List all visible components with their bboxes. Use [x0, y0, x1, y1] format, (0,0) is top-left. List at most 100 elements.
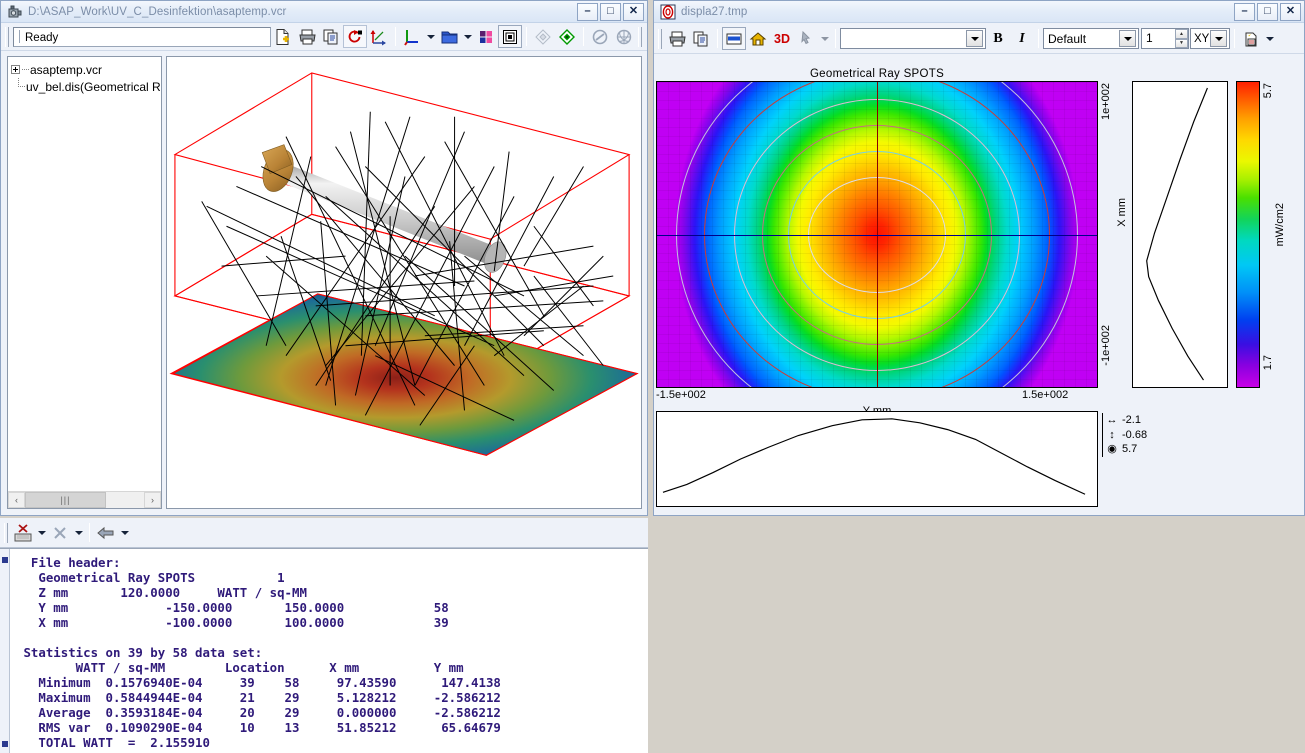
heatmap-panel[interactable] [656, 81, 1098, 388]
new-document-icon[interactable] [271, 25, 295, 48]
print-icon[interactable] [295, 25, 319, 48]
scroll-left-button[interactable]: ‹ [8, 492, 25, 508]
tree-items: asaptemp.vcr uv_bel.dis(Geometrical R [8, 57, 161, 95]
readout-row-x: ↔ -2.1 [1106, 413, 1147, 428]
text-combo[interactable] [840, 28, 986, 49]
scroll-thumb[interactable]: ||| [25, 492, 106, 508]
print-icon[interactable] [665, 27, 689, 50]
tree-item-asaptemp[interactable]: asaptemp.vcr [11, 61, 159, 78]
new-plot-icon[interactable] [1239, 27, 1263, 50]
expand-plus-icon[interactable] [11, 65, 20, 74]
bold-button[interactable]: B [986, 27, 1010, 50]
x-profile-curve [1146, 87, 1208, 381]
chevron-down-icon[interactable] [966, 30, 983, 47]
new-plot-dropdown-arrow[interactable] [1263, 27, 1276, 50]
delete-dropdown-arrow[interactable] [72, 521, 85, 544]
uv-lamp [261, 144, 507, 273]
enter-icon[interactable] [94, 521, 118, 544]
maximize-button[interactable]: □ [600, 2, 621, 21]
main-window-titlebar[interactable]: D:\ASAP_Work\UV_C_Desinfektion\asaptemp.… [1, 1, 647, 23]
display-window-titlebar[interactable]: displa27.tmp – □ ✕ [654, 1, 1304, 23]
axis-flip-icon[interactable] [367, 25, 391, 48]
target-dot-icon: ◉ [1107, 443, 1117, 455]
main-body: asaptemp.vcr uv_bel.dis(Geometrical R ‹ … [1, 52, 647, 515]
y-profile-panel[interactable] [656, 411, 1098, 507]
viewport-3d[interactable] [166, 56, 642, 509]
enter-dropdown-arrow[interactable] [118, 521, 131, 544]
console-gutter [0, 549, 10, 753]
spinner-buttons[interactable]: ▲ ▼ [1175, 29, 1188, 48]
page-spinner[interactable]: 1 ▲ ▼ [1141, 28, 1189, 49]
chevron-down-icon[interactable] [1210, 30, 1227, 47]
x-axis-min-tick: -1.5e+002 [656, 389, 706, 401]
copy-icon[interactable] [689, 27, 713, 50]
display-window-title: displa27.tmp [681, 5, 748, 18]
display-separator-2 [835, 29, 836, 48]
gutter-marker [2, 557, 8, 563]
main-window-controls: – □ ✕ [577, 2, 644, 21]
delete-icon [48, 521, 72, 544]
display-toolbar: 3D B I Default 1 ▲ ▼ XY [654, 23, 1304, 54]
tree-connector-icon [14, 78, 26, 91]
toolbar-overflow[interactable] [638, 26, 642, 47]
spinner-down[interactable]: ▼ [1175, 38, 1188, 48]
toolbar-separator [395, 27, 396, 46]
folder-dropdown-arrow[interactable] [461, 25, 474, 48]
tree-item-uvbel[interactable]: uv_bel.dis(Geometrical R [11, 78, 161, 95]
x-profile-panel[interactable] [1132, 81, 1228, 388]
tree-horizontal-scrollbar[interactable]: ‹ ||| › [8, 491, 161, 508]
clear-dropdown-arrow[interactable] [35, 521, 48, 544]
y-axis-max-tick: 1e+002 [1100, 83, 1112, 121]
axes-dropdown-arrow[interactable] [424, 25, 437, 48]
page-spinner-value: 1 [1146, 31, 1153, 45]
status-text: Ready [25, 31, 59, 44]
axis-combo[interactable]: XY [1190, 28, 1230, 49]
display-separator-1 [717, 29, 718, 48]
copy-icon[interactable] [319, 25, 343, 48]
chevron-down-icon[interactable] [1119, 30, 1136, 47]
close-button[interactable]: ✕ [1280, 2, 1301, 21]
scroll-right-button[interactable]: › [144, 492, 161, 508]
toolbar-grip[interactable] [5, 26, 9, 47]
italic-button[interactable]: I [1010, 27, 1034, 50]
console-panel[interactable]: File header: Geometrical Ray SPOTS 1 Z m… [0, 548, 648, 753]
pointer-icon [794, 27, 818, 50]
clear-console-icon[interactable] [11, 521, 35, 544]
palette-icon[interactable] [474, 25, 498, 48]
colorbar-max-label: 5.7 [1262, 83, 1274, 99]
x-axis-max-tick: 1.5e+002 [1022, 389, 1069, 401]
folder-icon[interactable] [437, 25, 461, 48]
tree-dash [22, 69, 29, 70]
home-icon[interactable] [746, 27, 770, 50]
display-toolbar-grip[interactable] [658, 28, 662, 49]
spinner-up[interactable]: ▲ [1175, 29, 1188, 39]
rotate-icon[interactable] [343, 25, 367, 48]
y-profile-curve [662, 418, 1086, 495]
minimize-button[interactable]: – [577, 2, 598, 21]
axes-icon[interactable] [400, 25, 424, 48]
minimize-button[interactable]: – [1234, 2, 1255, 21]
cursor-readout: ↔ -2.1 ↕ -0.68 ◉ 5.7 [1102, 413, 1147, 457]
vertical-arrows-icon: ↕ [1109, 428, 1115, 441]
style-combo[interactable]: Default [1043, 28, 1139, 49]
midbar-grip[interactable] [4, 522, 8, 543]
main-window-title: D:\ASAP_Work\UV_C_Desinfektion\asaptemp.… [28, 5, 287, 18]
3d-icon[interactable]: 3D [770, 27, 794, 50]
target-icon [660, 4, 676, 20]
colorbar-min-label: 1.7 [1262, 355, 1274, 371]
status-field[interactable]: Ready [13, 26, 271, 47]
window-icon[interactable] [722, 27, 746, 50]
maximize-button[interactable]: □ [1257, 2, 1278, 21]
box-icon[interactable] [498, 25, 522, 48]
toolbar-separator-3 [583, 27, 584, 46]
diamond-outline-icon[interactable] [531, 25, 555, 48]
horizontal-arrows-icon: ↔ [1106, 414, 1118, 426]
plot-area: Geometrical Ray SPOTS -1.5e+002 1.5e+002… [654, 63, 1304, 515]
main-window: D:\ASAP_Work\UV_C_Desinfektion\asaptemp.… [0, 0, 648, 516]
application-root: D:\ASAP_Work\UV_C_Desinfektion\asaptemp.… [0, 0, 1305, 753]
readout-value-y: -0.68 [1122, 428, 1148, 441]
diamond-filled-icon[interactable] [555, 25, 579, 48]
close-button[interactable]: ✕ [623, 2, 644, 21]
scroll-track[interactable]: ||| [25, 492, 144, 508]
pointer-dropdown-arrow[interactable] [818, 27, 831, 50]
